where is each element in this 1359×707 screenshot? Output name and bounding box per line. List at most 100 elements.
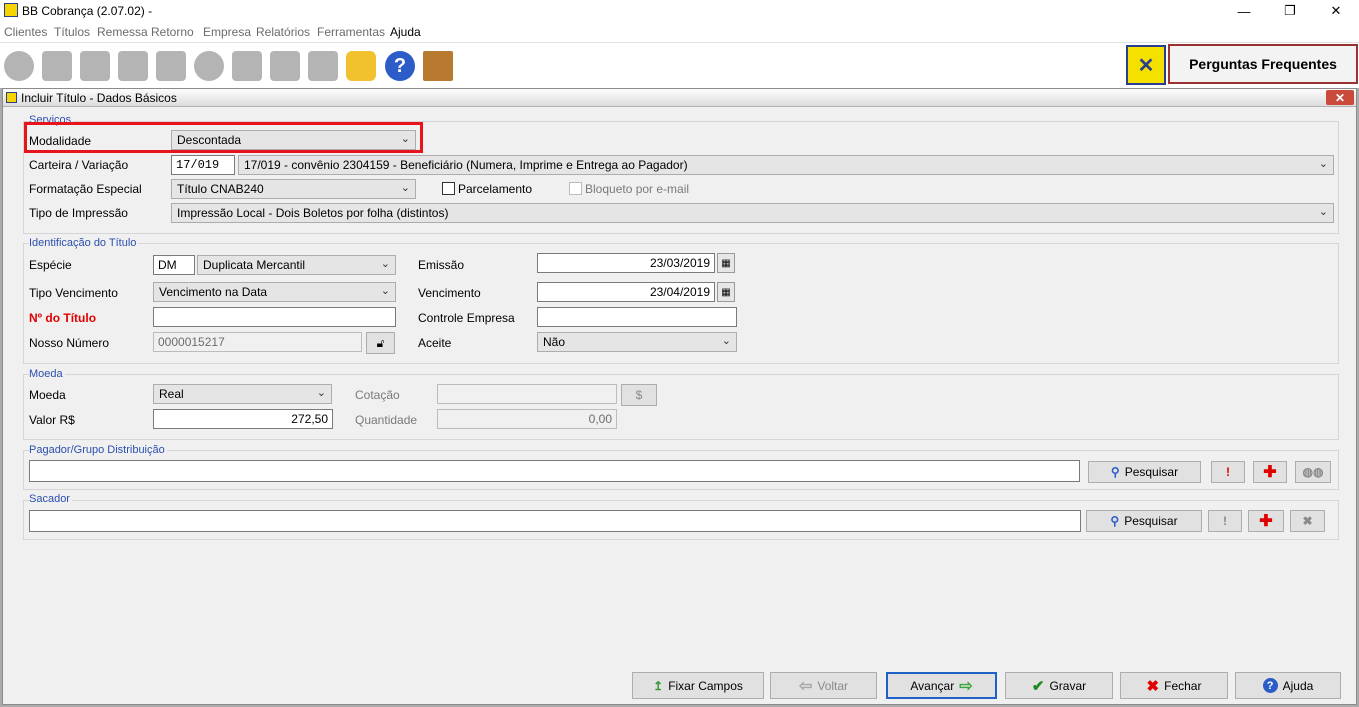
search-icon: ⚲ [1110,465,1120,479]
reports-icon[interactable] [270,51,300,81]
sacador-pesquisar-button[interactable]: ⚲ Pesquisar [1086,510,1202,532]
tipo-vencimento-value: Vencimento na Data [159,285,268,299]
maximize-button[interactable]: ❐ [1267,0,1313,22]
fechar-button[interactable]: ✖ Fechar [1120,672,1228,699]
menu-ajuda[interactable]: Ajuda [390,25,421,39]
emissao-label: Emissão [418,258,465,272]
titles-icon[interactable] [42,51,72,81]
vencimento-label: Vencimento [418,286,481,300]
pagador-field[interactable] [29,460,1080,482]
pagador-add-icon[interactable]: ✚ [1253,461,1287,483]
formatacao-value: Título CNAB240 [177,182,264,196]
numero-titulo-label: Nº do Título [29,311,97,325]
carteira-code-field[interactable]: 17/019 [171,155,235,175]
arrow-left-icon: ⇦ [798,677,813,695]
bloqueto-label: Bloqueto por e-mail [585,182,690,196]
formatacao-label: Formatação Especial [29,182,142,196]
chevron-down-icon: ⌄ [400,133,410,145]
minimize-button[interactable]: — [1221,0,1267,22]
emissao-field[interactable]: 23/03/2019 [537,253,715,273]
pagador-group-icon[interactable]: ◍◍ [1295,461,1331,483]
nosso-numero-label: Nosso Número [29,336,110,350]
bb-gray-icon[interactable] [232,51,262,81]
child-close-button[interactable]: ✕ [1326,90,1354,105]
window-titlebar: BB Cobrança (2.07.02) - — ❐ ✕ [0,0,1359,22]
cotacao-label: Cotação [355,388,400,402]
help-icon[interactable]: ? [385,51,415,81]
bb-logo: ✕ [1126,45,1166,85]
formatacao-select[interactable]: Título CNAB240 ⌄ [171,179,416,199]
moeda-select[interactable]: Real ⌄ [153,384,332,404]
numero-titulo-field[interactable] [153,307,396,327]
sacador-add-icon[interactable]: ✚ [1248,510,1284,532]
impressao-select[interactable]: Impressão Local - Dois Boletos por folha… [171,203,1334,223]
parcelamento-checkbox[interactable] [442,182,455,195]
gravar-label: Gravar [1049,678,1087,693]
especie-value: Duplicata Mercantil [203,258,306,272]
lock-icon[interactable] [346,51,376,81]
avancar-button[interactable]: Avançar ⇨ [886,672,997,699]
exit-icon[interactable] [423,51,453,81]
faq-button[interactable]: Perguntas Frequentes [1168,44,1358,84]
pin-icon: ↥ [653,678,664,693]
controle-empresa-field[interactable] [537,307,737,327]
chevron-down-icon: ⌄ [380,285,390,297]
chevron-down-icon: ⌄ [721,335,731,347]
valor-field[interactable]: 272,50 [153,409,333,429]
menu-remessa[interactable]: Remessa [97,25,148,39]
modalidade-label: Modalidade [29,134,92,148]
printer-icon[interactable] [118,51,148,81]
calendar-icon[interactable]: ▦ [717,282,735,302]
menu-retorno[interactable]: Retorno [151,25,194,39]
cotacao-field [437,384,617,404]
help-icon: ? [1262,678,1278,693]
impressao-value: Impressão Local - Dois Boletos por folha… [177,206,449,220]
avancar-label: Avançar [910,678,955,693]
return-icon[interactable] [156,51,186,81]
sacador-alert-icon[interactable]: ! [1208,510,1242,532]
fixar-campos-button[interactable]: ↥ Fixar Campos [632,672,764,699]
moeda-value: Real [159,387,184,401]
pagador-alert-icon[interactable]: ! [1211,461,1245,483]
sacador-remove-icon[interactable]: ✖ [1290,510,1325,532]
especie-select[interactable]: Duplicata Mercantil ⌄ [197,255,396,275]
modalidade-select[interactable]: Descontada ⌄ [171,130,416,150]
close-button[interactable]: ✕ [1313,0,1359,22]
currency-icon[interactable]: $ [621,384,657,406]
checkmark-icon: ✔ [1031,677,1045,695]
menu-ferramentas[interactable]: Ferramentas [317,25,385,39]
menu-empresa[interactable]: Empresa [203,25,251,39]
unlock-icon[interactable]: 🔓︎ [366,332,395,354]
pagador-pesquisar-button[interactable]: ⚲ Pesquisar [1088,461,1201,483]
ajuda-button[interactable]: ? Ajuda [1235,672,1341,699]
identificacao-group-label: Identificação do Título [29,237,139,249]
sacador-pesquisar-label: Pesquisar [1124,514,1178,528]
clients-icon[interactable] [4,51,34,81]
carteira-label: Carteira / Variação [29,158,129,172]
calendar-icon[interactable]: ▦ [717,253,735,273]
parcelamento-label: Parcelamento [458,182,533,196]
sacador-group-label: Sacador [29,493,72,505]
chevron-down-icon: ⌄ [1318,158,1328,170]
moeda-label: Moeda [29,388,66,402]
sacador-field[interactable] [29,510,1081,532]
vencimento-field[interactable]: 23/04/2019 [537,282,715,302]
carteira-select[interactable]: 17/019 - convênio 2304159 - Beneficiário… [238,155,1334,175]
tipo-vencimento-select[interactable]: Vencimento na Data ⌄ [153,282,396,302]
users-icon[interactable] [194,51,224,81]
handshake-icon[interactable] [308,51,338,81]
menu-clientes[interactable]: Clientes [4,25,47,39]
menu-relatorios[interactable]: Relatórios [256,25,310,39]
menu-bar: Clientes Títulos Remessa Retorno Empresa… [0,22,1359,42]
gravar-button[interactable]: ✔ Gravar [1005,672,1113,699]
ajuda-label: Ajuda [1282,678,1314,693]
aceite-select[interactable]: Não ⌄ [537,332,737,352]
especie-code-field[interactable]: DM [153,255,195,275]
search-icon: ⚲ [1110,514,1120,528]
chevron-down-icon: ⌄ [316,387,326,399]
voltar-button[interactable]: ⇦ Voltar [770,672,877,699]
menu-titulos[interactable]: Títulos [54,25,90,39]
bloqueto-checkbox[interactable] [569,182,582,195]
remittance-icon[interactable] [80,51,110,81]
aceite-label: Aceite [418,336,452,350]
